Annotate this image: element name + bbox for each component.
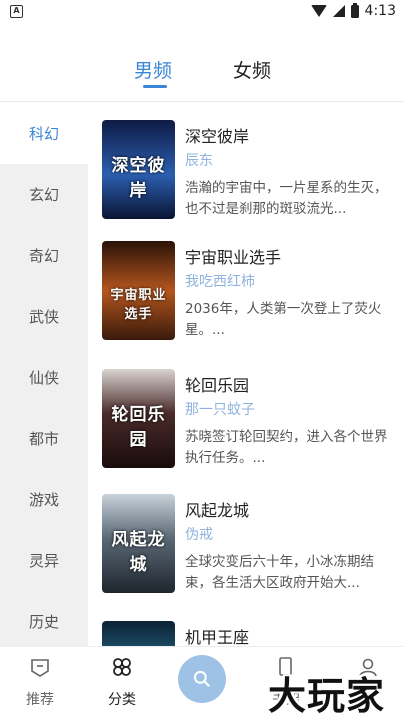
book-title[interactable]: 轮回乐园 bbox=[185, 372, 249, 396]
book-description: 2036年，人类第一次登上了荧火星。... bbox=[185, 301, 382, 338]
status-bar: A 4:13 bbox=[0, 0, 404, 24]
tab-female[interactable]: 女频 bbox=[233, 56, 271, 83]
sidebar-item-xianxia[interactable]: 仙侠 bbox=[0, 347, 88, 408]
book-cover[interactable]: 轮回乐园 bbox=[102, 369, 175, 468]
gender-tabs: 男频 女频 bbox=[0, 24, 404, 102]
bottom-navigation: 推荐 分类 书架 大玩家 bbox=[0, 646, 404, 720]
sidebar-item-fantasy[interactable]: 玄幻 bbox=[0, 164, 88, 225]
book-author[interactable]: 那一只蚊子 bbox=[185, 399, 255, 419]
book-cover[interactable]: 宇宙职业选手 bbox=[102, 241, 175, 340]
book-cover[interactable]: 风起龙城 bbox=[102, 494, 175, 593]
cover-title: 轮回乐园 bbox=[111, 405, 166, 450]
active-tab-indicator bbox=[143, 85, 167, 88]
book-description: 苏晓签订轮回契约，进入各个世界执行任务。... bbox=[185, 429, 388, 466]
status-icons: 4:13 bbox=[310, 2, 396, 19]
book-title[interactable]: 机甲王座 bbox=[185, 624, 249, 646]
book-title[interactable]: 宇宙职业选手 bbox=[185, 244, 281, 268]
search-icon bbox=[193, 670, 210, 687]
book-description: 浩瀚的宇宙中，一片星系的生灭，也不过是刹那的斑驳流光... bbox=[185, 180, 388, 217]
signal-icon bbox=[332, 5, 345, 17]
sidebar-item-history[interactable]: 历史 bbox=[0, 591, 88, 652]
category-grid-icon bbox=[113, 658, 131, 676]
cover-title: 宇宙职业选手 bbox=[110, 288, 167, 322]
search-button[interactable] bbox=[178, 655, 226, 703]
list-item[interactable]: 风起龙城 风起龙城 伪戒 全球灾变后六十年，小冰冻期结束，各生活大区政府开始大.… bbox=[102, 494, 402, 604]
nav-category-label: 分类 bbox=[108, 692, 136, 708]
book-title[interactable]: 风起龙城 bbox=[185, 497, 249, 521]
book-title[interactable]: 深空彼岸 bbox=[185, 123, 249, 147]
shield-star-icon bbox=[31, 659, 49, 677]
sidebar-item-wuxia[interactable]: 武侠 bbox=[0, 286, 88, 347]
list-item[interactable]: 深空彼岸 深空彼岸 辰东 浩瀚的宇宙中，一片星系的生灭，也不过是刹那的斑驳流光.… bbox=[102, 120, 402, 230]
sidebar-item-game[interactable]: 游戏 bbox=[0, 469, 88, 530]
sidebar-item-urban[interactable]: 都市 bbox=[0, 408, 88, 469]
book-cover[interactable]: 深空彼岸 bbox=[102, 120, 175, 219]
battery-icon bbox=[350, 2, 359, 18]
sidebar-item-supernatural[interactable]: 灵异 bbox=[0, 530, 88, 591]
sidebar-item-magic[interactable]: 奇幻 bbox=[0, 225, 88, 286]
nav-recommend[interactable]: 推荐 bbox=[10, 655, 70, 709]
list-item[interactable]: 宇宙职业选手 宇宙职业选手 我吃西红柿 2036年，人类第一次登上了荧火星。..… bbox=[102, 241, 402, 351]
book-author[interactable]: 辰东 bbox=[185, 150, 213, 170]
book-description: 全球灾变后六十年，小冰冻期结束，各生活大区政府开始大... bbox=[185, 554, 374, 591]
sidebar-item-scifi[interactable]: 科幻 bbox=[0, 103, 88, 164]
cover-title: 风起龙城 bbox=[111, 530, 166, 575]
book-cover[interactable] bbox=[102, 621, 175, 646]
nav-recommend-label: 推荐 bbox=[26, 692, 54, 708]
book-list: 深空彼岸 深空彼岸 辰东 浩瀚的宇宙中，一片星系的生灭，也不过是刹那的斑驳流光.… bbox=[88, 103, 404, 646]
list-item[interactable]: 机甲王座 bbox=[102, 621, 402, 646]
tab-male[interactable]: 男频 bbox=[134, 56, 172, 83]
watermark-text: 大玩家 bbox=[268, 674, 386, 718]
cover-title: 深空彼岸 bbox=[111, 156, 166, 201]
category-sidebar: 科幻 玄幻 奇幻 武侠 仙侠 都市 游戏 灵异 历史 bbox=[0, 103, 88, 646]
book-author[interactable]: 伪戒 bbox=[185, 524, 213, 544]
app-notification-icon: A bbox=[10, 5, 23, 18]
wifi-icon bbox=[310, 5, 327, 17]
list-item[interactable]: 轮回乐园 轮回乐园 那一只蚊子 苏晓签订轮回契约，进入各个世界执行任务。... bbox=[102, 369, 402, 479]
book-author[interactable]: 我吃西红柿 bbox=[185, 271, 255, 291]
nav-category[interactable]: 分类 bbox=[92, 655, 152, 709]
clock: 4:13 bbox=[364, 3, 396, 19]
